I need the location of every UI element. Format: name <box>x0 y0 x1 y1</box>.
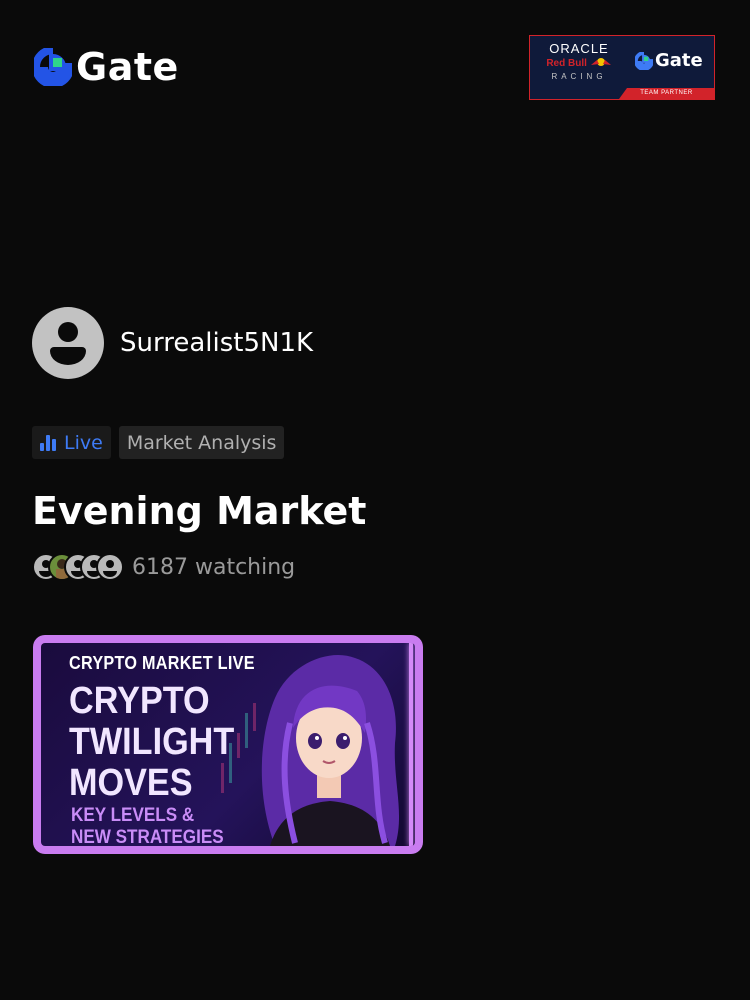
host-name[interactable]: Surrealist5N1K <box>120 328 313 358</box>
partner-gate-logo: Gate <box>635 52 703 70</box>
stream-title: Evening Market <box>32 489 367 533</box>
gate-small-icon <box>635 52 653 70</box>
redbull-text: Red Bull <box>540 57 618 70</box>
oracle-redbull-racing-logo: ORACLE Red Bull RACING <box>540 42 618 83</box>
stream-tags: Live Market Analysis <box>32 426 285 459</box>
oracle-text: ORACLE <box>549 41 609 56</box>
thumbnail-subtitle: CRYPTO MARKET LIVE <box>69 653 255 673</box>
viewer-avatar-icon <box>96 553 124 581</box>
bar-chart-icon <box>40 434 56 451</box>
viewer-avatars <box>32 553 124 581</box>
gate-logo-text: Gate <box>76 45 179 89</box>
thumbnail-image: CRYPTO MARKET LIVE CRYPTO TWILIGHT MOVES… <box>41 643 415 846</box>
team-partner-label: TEAM PARTNER <box>619 88 714 99</box>
thumbnail-footer: KEY LEVELS & NEW STRATEGIES <box>71 805 224 846</box>
live-badge: Live <box>32 426 111 459</box>
gate-logo[interactable]: Gate <box>32 45 179 89</box>
partner-badge: ORACLE Red Bull RACING Gate TEAM PARTNER <box>529 35 715 100</box>
viewer-count: 6187 watching <box>132 554 296 580</box>
gate-logo-icon <box>32 46 75 88</box>
live-label: Live <box>64 431 103 454</box>
host-profile[interactable]: Surrealist5N1K <box>32 307 313 379</box>
bull-icon <box>590 58 611 66</box>
thumbnail-headline: CRYPTO TWILIGHT MOVES <box>69 680 235 804</box>
user-avatar-icon[interactable] <box>32 307 104 379</box>
racing-text: RACING <box>551 72 607 81</box>
viewer-info: 6187 watching <box>32 553 295 581</box>
partner-gate-text: Gate <box>655 50 703 71</box>
stream-thumbnail[interactable]: CRYPTO MARKET LIVE CRYPTO TWILIGHT MOVES… <box>33 635 423 854</box>
neon-accent <box>409 643 413 846</box>
anime-host-illustration <box>261 654 400 846</box>
category-tag[interactable]: Market Analysis <box>118 426 285 459</box>
